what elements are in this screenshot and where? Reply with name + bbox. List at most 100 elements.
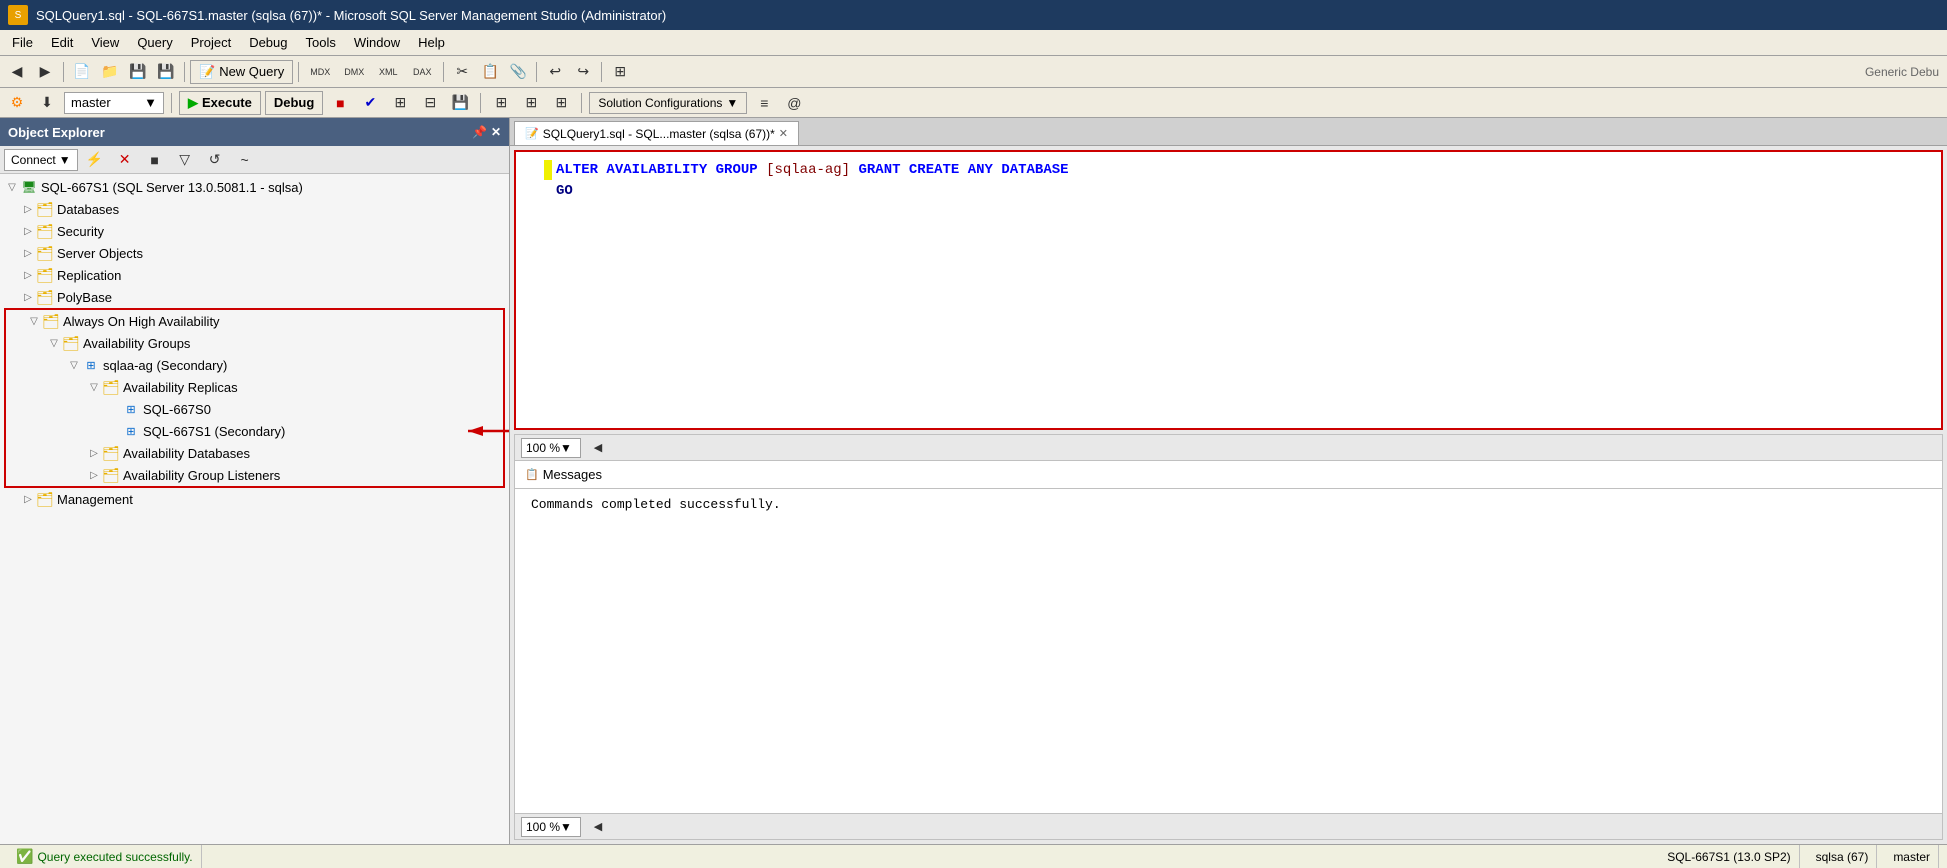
menu-file[interactable]: File (4, 33, 41, 52)
security-node[interactable]: ▷ 🗂 Security (0, 220, 509, 242)
messages-text: Commands completed successfully. (531, 497, 781, 512)
code-area: ALTER AVAILABILITY GROUP [sqlaa-ag] GRAN… (516, 160, 1941, 202)
menu-edit[interactable]: Edit (43, 33, 81, 52)
grid-button1[interactable]: ⊞ (387, 91, 413, 115)
oe-stop-icon[interactable]: ■ (142, 148, 168, 172)
messages-tab[interactable]: 📋 Messages (515, 461, 1942, 489)
replication-node[interactable]: ▷ 🗂 Replication (0, 264, 509, 286)
replica-s0-node[interactable]: ⊞ SQL-667S0 (6, 398, 503, 420)
scroll-left-btn2[interactable]: ◀ (585, 815, 611, 839)
copy-button[interactable]: 📋 (477, 60, 503, 84)
replication-expand-icon[interactable]: ▷ (20, 267, 36, 283)
availability-listeners-expand-icon[interactable]: ▷ (86, 467, 102, 483)
back-button[interactable]: ◀ (4, 60, 30, 84)
new-query-button[interactable]: 📝 New Query (190, 60, 293, 84)
save-button[interactable]: 💾 (125, 60, 151, 84)
sqlaa-ag-expand-icon[interactable]: ▽ (66, 357, 82, 373)
properties-button[interactable]: ≡ (751, 91, 777, 115)
scroll-left-btn[interactable]: ◀ (585, 436, 611, 460)
replica-s1-expand-icon (106, 423, 122, 439)
layout-btn2[interactable]: ⊞ (518, 91, 544, 115)
dax-button[interactable]: DAX (406, 60, 438, 84)
grid-button2[interactable]: ⊟ (417, 91, 443, 115)
always-on-node[interactable]: ▽ 🗂 Always On High Availability (6, 310, 503, 332)
separator4 (443, 62, 444, 82)
availability-groups-node[interactable]: ▽ 🗂 Availability Groups (6, 332, 503, 354)
always-on-expand-icon[interactable]: ▽ (26, 313, 42, 329)
management-expand-icon[interactable]: ▷ (20, 491, 36, 507)
availability-groups-expand-icon[interactable]: ▽ (46, 335, 62, 351)
replica-s1-node[interactable]: ⊞ SQL-667S1 (Secondary) (6, 420, 503, 442)
menu-window[interactable]: Window (346, 33, 408, 52)
solution-configurations-button[interactable]: Solution Configurations ▼ (589, 92, 747, 114)
cut-button[interactable]: ✂ (449, 60, 475, 84)
database-dropdown[interactable]: master ▼ (64, 92, 164, 114)
databases-node[interactable]: ▷ 🗂 Databases (0, 198, 509, 220)
oe-plugin-icon[interactable]: ⚡ (82, 148, 108, 172)
check-button[interactable]: ✔ (357, 91, 383, 115)
xml-button[interactable]: XML (372, 60, 404, 84)
tab-close-icon[interactable]: ✕ (779, 127, 788, 140)
menu-query[interactable]: Query (129, 33, 180, 52)
undo-button[interactable]: ↩ (542, 60, 568, 84)
query-tab[interactable]: 📝 SQLQuery1.sql - SQL...master (sqlsa (6… (514, 121, 799, 145)
save-all-button[interactable]: 💾 (153, 60, 179, 84)
menu-tools[interactable]: Tools (298, 33, 344, 52)
save-results-button[interactable]: 💾 (447, 91, 473, 115)
layout-btn3[interactable]: ⊞ (548, 91, 574, 115)
connect-button[interactable]: Connect ▼ (4, 149, 78, 171)
server-objects-node[interactable]: ▷ 🗂 Server Objects (0, 242, 509, 264)
menu-help[interactable]: Help (410, 33, 453, 52)
zoom-select-top[interactable]: 100 % ▼ (521, 438, 581, 458)
sqlaa-ag-node[interactable]: ▽ ⊞ sqlaa-ag (Secondary) (6, 354, 503, 376)
dmx-button[interactable]: DMX (338, 60, 370, 84)
at-button[interactable]: @ (781, 91, 807, 115)
pin-icon[interactable]: 📌 (472, 125, 487, 139)
menu-project[interactable]: Project (183, 33, 239, 52)
oe-filter-icon[interactable]: ▽ (172, 148, 198, 172)
server-expand-icon[interactable]: ▽ (4, 179, 20, 195)
oe-disconnect-icon[interactable]: ✕ (112, 148, 138, 172)
layout-btn1[interactable]: ⊞ (488, 91, 514, 115)
availability-databases-node[interactable]: ▷ 🗂 Availability Databases (6, 442, 503, 464)
server-objects-expand-icon[interactable]: ▷ (20, 245, 36, 261)
server-objects-folder-icon: 🗂 (36, 245, 54, 261)
server-node[interactable]: ▽ 🖥 SQL-667S1 (SQL Server 13.0.5081.1 - … (0, 176, 509, 198)
databases-expand-icon[interactable]: ▷ (20, 201, 36, 217)
availability-databases-folder-icon: 🗂 (102, 445, 120, 461)
zoom-value-top: 100 % (526, 441, 560, 455)
oe-summary-icon[interactable]: ~ (232, 148, 258, 172)
availability-replicas-expand-icon[interactable]: ▽ (86, 379, 102, 395)
availability-databases-expand-icon[interactable]: ▷ (86, 445, 102, 461)
availability-listeners-node[interactable]: ▷ 🗂 Availability Group Listeners (6, 464, 503, 486)
status-database-item: master (1885, 845, 1939, 868)
polybase-label: PolyBase (57, 290, 112, 305)
mdx-button[interactable]: MDX (304, 60, 336, 84)
layout-button[interactable]: ⊞ (607, 60, 633, 84)
oe-refresh-icon[interactable]: ↺ (202, 148, 228, 172)
oe-close-icon[interactable]: ✕ (491, 125, 501, 139)
execute-button[interactable]: ▶ Execute (179, 91, 261, 115)
forward-button[interactable]: ▶ (32, 60, 58, 84)
menu-view[interactable]: View (83, 33, 127, 52)
polybase-folder-icon: 🗂 (36, 289, 54, 305)
menu-debug[interactable]: Debug (241, 33, 295, 52)
debug-button[interactable]: Debug (265, 91, 323, 115)
debug-arrow-icon[interactable]: ⬇ (34, 91, 60, 115)
stop-button[interactable]: ■ (327, 91, 353, 115)
open-file-button[interactable]: 📁 (97, 60, 123, 84)
polybase-node[interactable]: ▷ 🗂 PolyBase (0, 286, 509, 308)
new-file-button[interactable]: 📄 (69, 60, 95, 84)
security-expand-icon[interactable]: ▷ (20, 223, 36, 239)
line-indicator-1 (544, 160, 552, 180)
separator7 (171, 93, 172, 113)
query-tool-icon[interactable]: ⚙ (4, 91, 30, 115)
availability-replicas-node[interactable]: ▽ 🗂 Availability Replicas (6, 376, 503, 398)
redo-button[interactable]: ↪ (570, 60, 596, 84)
query-editor[interactable]: ALTER AVAILABILITY GROUP [sqlaa-ag] GRAN… (514, 150, 1943, 430)
separator3 (298, 62, 299, 82)
paste-button[interactable]: 📎 (505, 60, 531, 84)
polybase-expand-icon[interactable]: ▷ (20, 289, 36, 305)
management-node[interactable]: ▷ 🗂 Management (0, 488, 509, 510)
zoom-select-bottom[interactable]: 100 % ▼ (521, 817, 581, 837)
